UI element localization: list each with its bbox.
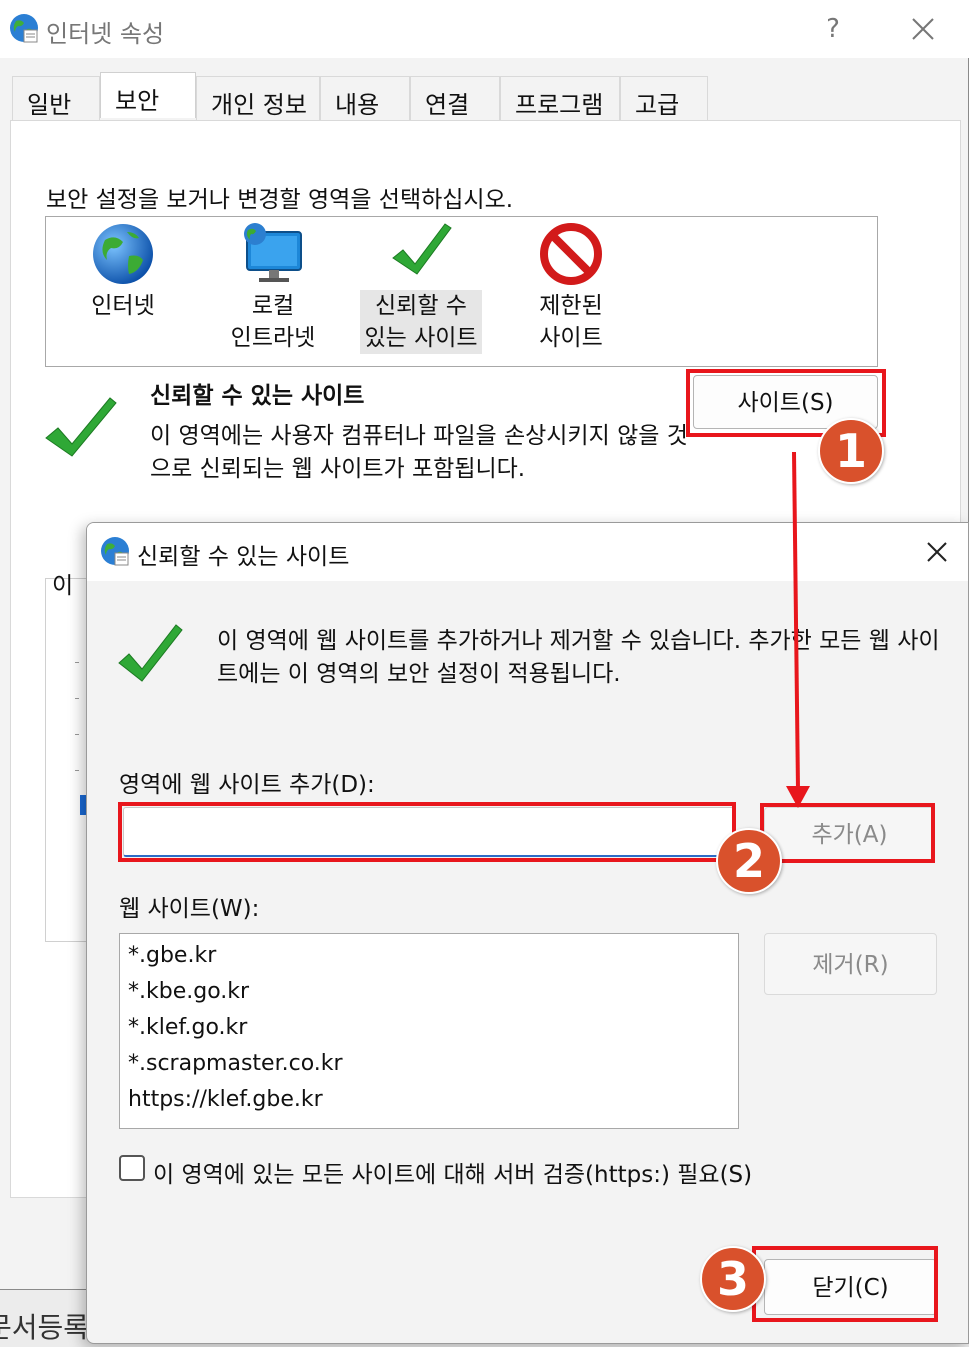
- zone-label: 제한된 사이트: [539, 293, 603, 351]
- slider-tick: [75, 698, 79, 699]
- background-page-text: 문서등록: [0, 1311, 90, 1344]
- window-title: 인터넷 속성: [46, 20, 165, 48]
- zone-prompt: 보안 설정을 보거나 변경할 영역을 선택하십시오.: [46, 187, 514, 213]
- tab-connections[interactable]: 연결: [410, 76, 500, 120]
- monitor-globe-icon: [244, 223, 302, 282]
- slider-tick: [75, 770, 79, 771]
- dialog-title-bar: 신뢰할 수 있는 사이트: [87, 523, 968, 581]
- security-level-label: 이: [52, 573, 74, 599]
- zone-label: 로컬 인트라넷: [230, 293, 316, 351]
- prohibited-icon: [540, 223, 602, 285]
- tab-advanced[interactable]: 고급: [620, 76, 708, 120]
- websites-label: 웹 사이트(W):: [119, 896, 260, 922]
- selected-zone-title: 신뢰할 수 있는 사이트: [150, 383, 365, 409]
- slider-tick: [75, 734, 79, 735]
- tab-programs[interactable]: 프로그램: [500, 76, 620, 120]
- list-item[interactable]: *.gbe.kr: [128, 938, 730, 974]
- list-item[interactable]: *.scrapmaster.co.kr: [128, 1046, 730, 1082]
- dialog-description: 이 영역에 웹 사이트를 추가하거나 제거할 수 있습니다. 추가한 모든 웹 …: [217, 628, 940, 687]
- globe-icon: [101, 537, 129, 566]
- tab-security[interactable]: 보안: [100, 72, 196, 118]
- globe-icon: [93, 224, 153, 284]
- dialog-title: 신뢰할 수 있는 사이트: [137, 544, 350, 570]
- tab-content[interactable]: 내용: [320, 76, 410, 120]
- zone-label: 인터넷: [91, 293, 155, 319]
- https-checkbox[interactable]: [119, 1155, 145, 1181]
- security-level-group: [45, 578, 90, 942]
- zone-internet[interactable]: 인터넷: [58, 222, 188, 322]
- tab-bar: 일반 보안 개인 정보 내용 연결 프로그램 고급: [12, 72, 708, 120]
- tab-privacy[interactable]: 개인 정보: [196, 76, 320, 120]
- list-item[interactable]: *.kbe.go.kr: [128, 974, 730, 1010]
- check-icon: [392, 223, 452, 275]
- help-button[interactable]: ?: [815, 10, 851, 48]
- add-site-label: 영역에 웹 사이트 추가(D):: [119, 772, 375, 798]
- zone-trusted-sites[interactable]: 신뢰할 수 있는 사이트: [356, 222, 486, 354]
- zone-label: 신뢰할 수 있는 사이트: [360, 290, 482, 354]
- step-badge-2: 2: [716, 828, 782, 894]
- check-icon: [45, 397, 117, 457]
- trusted-sites-dialog: 신뢰할 수 있는 사이트 이 영역에 웹 사이트를 추가하거나 제거할 수 있습…: [86, 522, 969, 1344]
- zone-restricted-sites[interactable]: 제한된 사이트: [506, 222, 636, 354]
- tab-general[interactable]: 일반: [12, 76, 100, 120]
- websites-list[interactable]: *.gbe.kr *.kbe.go.kr *.klef.go.kr *.scra…: [119, 933, 739, 1129]
- highlight-add-button: [760, 803, 935, 863]
- selected-zone-description: 이 영역에는 사용자 컴퓨터나 파일을 손상시키지 않을 것으로 신뢰되는 웹 …: [150, 423, 688, 482]
- title-bar: 인터넷 속성 ?: [0, 0, 969, 58]
- remove-button[interactable]: 제거(R): [764, 933, 937, 995]
- close-icon[interactable]: [900, 10, 944, 48]
- list-item[interactable]: https://klef.gbe.kr: [128, 1082, 730, 1118]
- close-icon[interactable]: [917, 535, 957, 571]
- globe-icon: [10, 14, 38, 43]
- step-badge-3: 3: [700, 1246, 766, 1312]
- zone-local-intranet[interactable]: 로컬 인트라넷: [208, 222, 338, 354]
- https-checkbox-label: 이 영역에 있는 모든 사이트에 대해 서버 검증(https:) 필요(S): [153, 1162, 753, 1188]
- step-badge-1: 1: [818, 418, 884, 484]
- check-icon: [118, 624, 183, 682]
- slider-tick: [75, 662, 79, 663]
- highlight-add-input: [118, 802, 736, 862]
- list-item[interactable]: *.klef.go.kr: [128, 1010, 730, 1046]
- highlight-close-button: [752, 1246, 938, 1322]
